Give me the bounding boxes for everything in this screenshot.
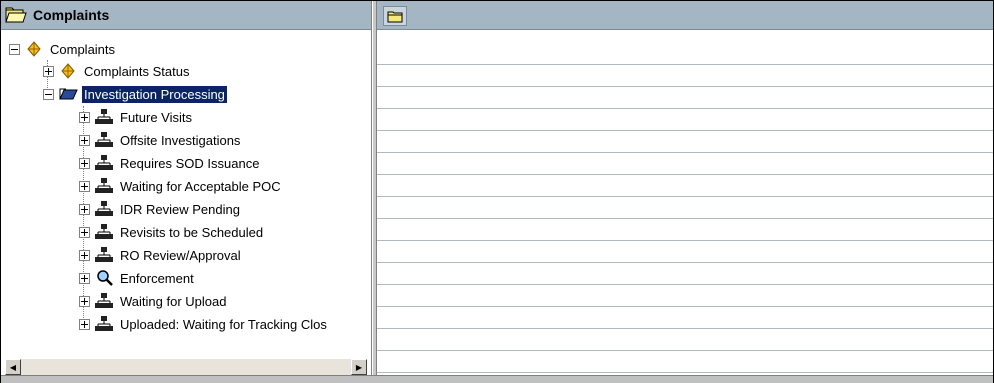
tree-node-label[interactable]: Enforcement bbox=[118, 270, 196, 287]
org-chart-icon bbox=[94, 177, 114, 195]
tree-node-requires-sod-issuance[interactable]: Requires SOD Issuance bbox=[79, 152, 261, 174]
scroll-left-button[interactable]: ◀ bbox=[5, 359, 21, 375]
tree-node-label[interactable]: Waiting for Upload bbox=[118, 293, 228, 310]
list-row[interactable] bbox=[377, 65, 993, 87]
tree-node-waiting-for-upload[interactable]: Waiting for Upload bbox=[79, 290, 228, 312]
expand-toggle[interactable] bbox=[79, 180, 90, 192]
org-chart-icon bbox=[94, 292, 114, 310]
tree-node-complaints-status[interactable]: Complaints Status bbox=[43, 60, 192, 82]
detail-subheader bbox=[377, 30, 993, 65]
org-chart-icon bbox=[94, 108, 114, 126]
list-row[interactable] bbox=[377, 307, 993, 329]
org-chart-icon bbox=[94, 315, 114, 333]
tree-node-idr-review-pending[interactable]: IDR Review Pending bbox=[79, 198, 242, 220]
list-row[interactable] bbox=[377, 241, 993, 263]
tree-node-label[interactable]: Waiting for Acceptable POC bbox=[118, 178, 283, 195]
expand-toggle[interactable] bbox=[79, 203, 90, 215]
folder-icon bbox=[387, 11, 403, 22]
status-strip bbox=[1, 375, 993, 383]
arrow-right-icon: ▶ bbox=[355, 362, 363, 372]
expand-toggle[interactable] bbox=[79, 272, 90, 284]
tree-node-investigation-processing[interactable]: Investigation Processing bbox=[43, 83, 228, 105]
arrow-left-icon: ◀ bbox=[9, 362, 17, 372]
folder-button[interactable] bbox=[383, 6, 407, 26]
tree-node-label[interactable]: Uploaded: Waiting for Tracking Clos bbox=[118, 316, 329, 333]
org-chart-icon bbox=[94, 223, 114, 241]
list-row[interactable] bbox=[377, 131, 993, 153]
open-folder-icon bbox=[5, 6, 27, 24]
tree-node-revisits-to-be-scheduled[interactable]: Revisits to be Scheduled bbox=[79, 221, 265, 243]
tree-node-label[interactable]: IDR Review Pending bbox=[118, 201, 242, 218]
tree-node-complaints[interactable]: Complaints bbox=[9, 38, 117, 60]
tree-node-uploaded-waiting-tracking[interactable]: Uploaded: Waiting for Tracking Clos bbox=[79, 313, 329, 335]
detail-list[interactable] bbox=[377, 65, 993, 373]
tree-pane-header: Complaints bbox=[1, 1, 371, 30]
detail-pane-header bbox=[377, 1, 993, 30]
blue-folder-icon bbox=[58, 85, 78, 103]
tree-node-label[interactable]: RO Review/Approval bbox=[118, 247, 243, 264]
list-row[interactable] bbox=[377, 87, 993, 109]
expand-toggle[interactable] bbox=[79, 157, 90, 169]
cardinal-icon bbox=[24, 40, 44, 58]
tree-node-ro-review-approval[interactable]: RO Review/Approval bbox=[79, 244, 243, 266]
list-row[interactable] bbox=[377, 285, 993, 307]
expand-toggle[interactable] bbox=[43, 65, 54, 77]
tree-node-label[interactable]: Complaints bbox=[48, 41, 117, 58]
scroll-track[interactable] bbox=[21, 359, 351, 375]
list-row[interactable] bbox=[377, 351, 993, 373]
list-row[interactable] bbox=[377, 219, 993, 241]
tree-node-label[interactable]: Investigation Processing bbox=[81, 84, 228, 104]
org-chart-icon bbox=[94, 246, 114, 264]
expand-toggle[interactable] bbox=[79, 295, 90, 307]
cardinal-icon bbox=[58, 62, 78, 80]
complaints-tree[interactable]: Complaints Complaints Status Investigati… bbox=[1, 31, 371, 356]
app-window: Complaints Complaints Complaints Status bbox=[0, 0, 994, 383]
tree-pane-title: Complaints bbox=[33, 7, 110, 23]
horizontal-scrollbar[interactable]: ◀ ▶ bbox=[5, 358, 367, 375]
expand-toggle[interactable] bbox=[79, 249, 90, 261]
tree-node-label[interactable]: Requires SOD Issuance bbox=[118, 155, 261, 172]
detail-pane bbox=[377, 1, 993, 382]
collapse-toggle[interactable] bbox=[43, 88, 54, 100]
tree-node-label[interactable]: Complaints Status bbox=[82, 63, 192, 80]
tree-node-label[interactable]: Offsite Investigations bbox=[118, 132, 242, 149]
org-chart-icon bbox=[94, 154, 114, 172]
expand-toggle[interactable] bbox=[79, 226, 90, 238]
tree-node-label[interactable]: Revisits to be Scheduled bbox=[118, 224, 265, 241]
scroll-right-button[interactable]: ▶ bbox=[351, 359, 367, 375]
org-chart-icon bbox=[94, 131, 114, 149]
expand-toggle[interactable] bbox=[79, 134, 90, 146]
magnifier-icon bbox=[94, 269, 114, 287]
list-row[interactable] bbox=[377, 329, 993, 351]
expand-toggle[interactable] bbox=[79, 111, 90, 123]
tree-node-future-visits[interactable]: Future Visits bbox=[79, 106, 194, 128]
tree-pane: Complaints Complaints Complaints Status bbox=[1, 1, 372, 382]
tree-node-offsite-investigations[interactable]: Offsite Investigations bbox=[79, 129, 242, 151]
expand-toggle[interactable] bbox=[79, 318, 90, 330]
tree-node-waiting-acceptable-poc[interactable]: Waiting for Acceptable POC bbox=[79, 175, 283, 197]
list-row[interactable] bbox=[377, 109, 993, 131]
list-row[interactable] bbox=[377, 175, 993, 197]
list-row[interactable] bbox=[377, 197, 993, 219]
tree-node-label[interactable]: Future Visits bbox=[118, 109, 194, 126]
collapse-toggle[interactable] bbox=[9, 43, 20, 55]
list-row[interactable] bbox=[377, 153, 993, 175]
tree-node-enforcement[interactable]: Enforcement bbox=[79, 267, 196, 289]
list-row[interactable] bbox=[377, 263, 993, 285]
org-chart-icon bbox=[94, 200, 114, 218]
